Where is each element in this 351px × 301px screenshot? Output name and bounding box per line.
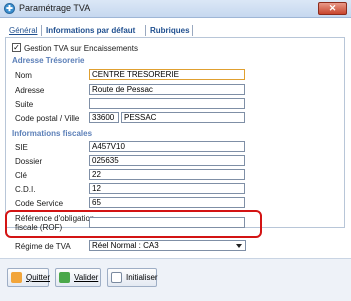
regime-tva-select[interactable]: Réel Normal : CA3 (89, 240, 246, 251)
adresse-label: Adresse (15, 86, 45, 95)
tab-separator (192, 25, 193, 36)
dossier-field[interactable]: 025635 (89, 155, 245, 166)
app-icon: ✚ (4, 3, 15, 14)
footer-bar (0, 258, 351, 301)
cle-label: Clé (15, 171, 28, 180)
initialiser-label: Initialiser (126, 273, 158, 282)
sie-label: SIE (15, 143, 28, 152)
valider-label: Valider (74, 273, 99, 282)
gestion-tva-label: Gestion TVA sur Encaissements (24, 44, 138, 53)
tab-separator (41, 25, 42, 36)
valider-button[interactable]: Valider (55, 268, 101, 287)
exit-icon (11, 272, 22, 283)
cdi-field[interactable]: 12 (89, 183, 245, 194)
code-service-label: Code Service (15, 199, 64, 208)
suite-field[interactable] (89, 98, 245, 109)
section-adresse-tresorerie: Adresse Trésorerie (12, 56, 85, 65)
tab-general[interactable]: Général (7, 23, 39, 38)
close-button[interactable]: ✕ (318, 2, 347, 15)
rof-highlight-annotation (5, 210, 262, 238)
dossier-label: Dossier (15, 157, 43, 166)
tab-informations-par-defaut[interactable]: Informations par défaut (44, 23, 137, 38)
code-postal-field[interactable]: 33600 (89, 112, 119, 123)
tab-rubriques[interactable]: Rubriques (148, 23, 192, 38)
gestion-tva-checkbox[interactable]: ✓ (12, 43, 21, 52)
check-icon (59, 272, 70, 283)
adresse-field[interactable]: Route de Pessac (89, 84, 245, 95)
ville-field[interactable]: PESSAC (121, 112, 245, 123)
suite-label: Suite (15, 100, 34, 109)
regime-tva-value: Réel Normal : CA3 (92, 241, 159, 250)
window-title: Paramétrage TVA (19, 3, 91, 13)
cle-field[interactable]: 22 (89, 169, 245, 180)
chevron-down-icon (236, 244, 242, 248)
tab-strip: Général Informations par défaut Rubrique… (5, 23, 345, 38)
quitter-label: Quitter (26, 273, 51, 282)
code-postal-ville-label: Code postal / Ville (15, 114, 80, 123)
nom-label: Nom (15, 71, 32, 80)
document-icon (111, 272, 122, 283)
cdi-label: C.D.I. (15, 185, 36, 194)
quitter-button[interactable]: Quitter (7, 268, 51, 287)
regime-tva-label: Régime de TVA (15, 242, 71, 251)
nom-field[interactable]: CENTRE TRESORERIE (89, 69, 245, 80)
section-informations-fiscales: Informations fiscales (12, 129, 93, 138)
sie-field[interactable]: A457V10 (89, 141, 245, 152)
code-service-field[interactable]: 65 (89, 197, 245, 208)
initialiser-button[interactable]: Initialiser (107, 268, 158, 287)
tab-separator (145, 25, 146, 36)
